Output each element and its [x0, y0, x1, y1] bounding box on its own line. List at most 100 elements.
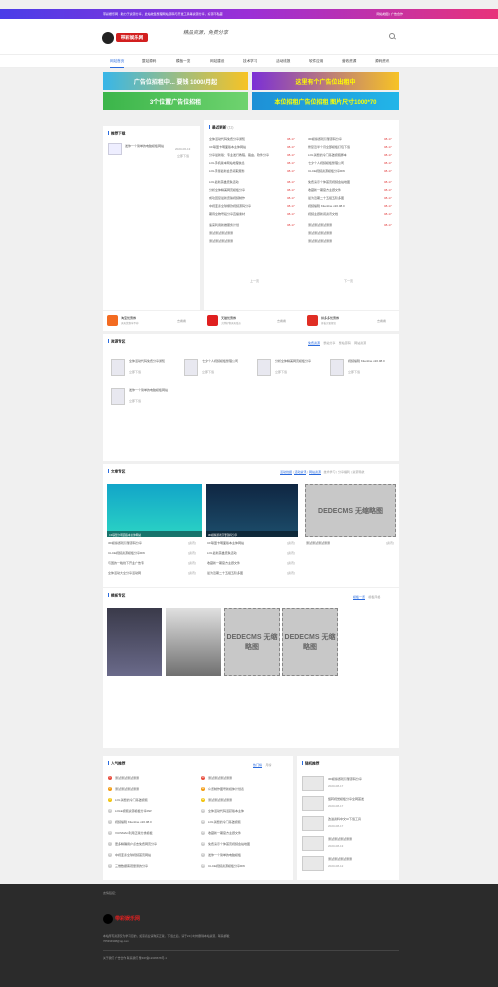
tab-webres[interactable]: 网站资源 — [308, 470, 321, 475]
article-item[interactable]: 3D模拟游戏引擎源码分享 — [108, 541, 142, 545]
resource-thumb[interactable] — [184, 359, 198, 376]
tab-month[interactable]: 月榜 — [265, 763, 271, 767]
coupon-app-name[interactable]: 淘宝优惠券 — [121, 316, 136, 320]
hot-item[interactable]: LOL消费的冷门基础视频 — [115, 798, 148, 802]
article-item[interactable]: 收藏新一期官方主题文件 — [207, 561, 240, 565]
random-thumb[interactable] — [302, 836, 324, 851]
latest-item-left[interactable]: CF联盟卡明面版本主体网站 — [209, 145, 246, 149]
latest-item-right[interactable]: 七夕个人视频模板整理公司 — [308, 161, 344, 165]
article-item[interactable]: CF联盟卡明面版本主体网站 — [207, 541, 244, 545]
resource-download-button[interactable]: 立即下载 — [348, 370, 360, 374]
nav-item-activity[interactable]: 活动线报 — [276, 59, 290, 64]
footer-bottom-links[interactable]: 关于我们 广告合作 联系我们 豫ICP备12345678号-1 — [103, 956, 167, 960]
recommend-download-button[interactable]: 立即下载 — [177, 154, 189, 158]
coupon-app-name[interactable]: 天猫优惠券 — [221, 316, 236, 320]
random-thumb[interactable] — [302, 796, 324, 811]
resource-download-button[interactable]: 立即下载 — [129, 399, 141, 403]
latest-item-left[interactable]: 测试测试测试测测 — [209, 239, 233, 243]
nav-item-news[interactable]: 源码资讯 — [375, 59, 389, 64]
article-item[interactable]: 与国的一晚线下开业广告专 — [108, 561, 144, 565]
tab-style[interactable]: 模板风格 — [368, 595, 380, 599]
resource-download-button[interactable]: 立即下载 — [275, 370, 287, 374]
article-item[interactable]: CLCE视频资源模板分享RW — [108, 551, 145, 555]
article-nothumb[interactable]: DEDECMS 无缩略图 — [305, 484, 396, 537]
latest-item-right[interactable]: CLCE视频资源模板分享RW — [308, 169, 345, 173]
tab-source[interactable]: 整站源码 — [339, 341, 351, 345]
latest-item-right[interactable]: 测试测试测试测测 — [308, 239, 332, 243]
hot-item[interactable]: VUISMAC利用正版分类模板 — [115, 831, 153, 835]
hot-item[interactable]: 收藏新一期官方主题文件 — [208, 831, 241, 835]
article-item[interactable]: 测试测试测试测测 — [306, 541, 330, 545]
coupon-go-button[interactable]: 去看看 — [177, 319, 186, 323]
nav-item-income[interactable]: 营收资源 — [342, 59, 356, 64]
coupon-app-icon[interactable] — [107, 315, 118, 326]
nav-item-learn[interactable]: 技术学习 — [243, 59, 257, 64]
hot-item[interactable]: 测试测试测试测测 — [115, 776, 139, 780]
ad-banner-3[interactable]: 3个位置广告位招租 — [103, 92, 248, 110]
latest-item-right[interactable]: LOL消费的冷门基础视频脚本 — [308, 153, 347, 157]
top-bar-links[interactable]: 网站地图 | 广告合作 — [377, 12, 403, 16]
resource-download-button[interactable]: 立即下载 — [202, 370, 214, 374]
random-item-title[interactable]: 测试测试测试测测 — [328, 837, 352, 841]
article-thumb-1[interactable]: CF联盟卡明面版本主体网站 — [107, 484, 202, 537]
coupon-app-name[interactable]: 拼多多优惠券 — [321, 316, 339, 320]
resource-item-title[interactable]: 七夕个人视频模板整理公司 — [202, 359, 252, 363]
resource-item-title[interactable]: 全体活动代码免费分享通知 — [129, 359, 179, 363]
nav-item-source[interactable]: 整站源码 — [142, 59, 156, 64]
nav-item-home[interactable]: 网站首页 — [110, 59, 125, 68]
article-thumb-2[interactable]: 3D模拟游戏引擎源码分享 — [206, 484, 298, 537]
tab-learn[interactable]: 技术学习 — [323, 470, 335, 474]
tab-activity[interactable]: 活动线报 — [280, 470, 293, 475]
latest-item-right[interactable]: 测试测试测试测测 — [308, 223, 332, 227]
resource-thumb[interactable] — [257, 359, 271, 376]
hot-item[interactable]: CLCE视频资源模板分享RW — [208, 864, 245, 868]
hot-item[interactable]: 全体活动代码活跃版本主体 — [208, 809, 244, 813]
latest-item-right[interactable]: 收藏新一期官方主题文件 — [308, 188, 341, 192]
coupon-app-icon[interactable] — [307, 315, 318, 326]
ad-banner-1[interactable]: 广告位招租中... 要钱 1000/月起 — [103, 72, 248, 90]
prev-page-button[interactable]: 上一页 — [250, 279, 259, 283]
footer-mail[interactable]: 765394908@qq.com — [103, 939, 129, 943]
tab-free[interactable]: 免费资源 — [308, 341, 321, 346]
hot-item[interactable]: 免费演示个体首页视频会站地图 — [208, 842, 250, 846]
template-nothumb-2[interactable]: DEDECMS 无缩略图 — [282, 608, 338, 676]
random-thumb[interactable] — [302, 776, 324, 791]
resource-item-title[interactable]: 分析全体精美网页模板分享 — [275, 359, 325, 363]
hot-item[interactable]: 测试测试测试测测 — [208, 798, 232, 802]
hot-item[interactable]: 中视亚泰全球视频首页网站 — [115, 853, 151, 857]
template-thumb-1[interactable] — [107, 608, 162, 676]
latest-item-right[interactable]: 修复近半个月全部模板打包下载 — [308, 145, 350, 149]
hot-item[interactable]: LOLE视频资源模板分享RW — [115, 809, 152, 813]
hot-item[interactable]: 测试测试测试测测 — [208, 776, 232, 780]
latest-item-right[interactable]: 免费演示个体首页视频会站地图 — [308, 180, 350, 184]
random-item-title[interactable]: 改进资料中文UI下载工具 — [328, 817, 361, 821]
latest-item-right[interactable]: 测试测试测试测测 — [308, 231, 332, 235]
latest-item-left[interactable]: 期待全物号段分享直播素材 — [209, 212, 245, 216]
next-page-button[interactable]: 下一页 — [344, 279, 353, 283]
latest-item-left[interactable]: LOL手游最新会员领取服务 — [209, 169, 245, 173]
resource-thumb[interactable] — [330, 359, 344, 376]
coupon-app-icon[interactable] — [207, 315, 218, 326]
latest-item-left[interactable]: LOL手机版本网站地理信息 — [209, 161, 245, 165]
nav-item-software[interactable]: 软件应用 — [309, 59, 323, 64]
random-item-title[interactable]: 测试测试测试测测 — [328, 857, 352, 861]
resource-thumb[interactable] — [111, 359, 125, 376]
latest-item-left[interactable]: LOL最新英雄皮肤活动 — [209, 180, 239, 184]
article-item[interactable]: 最为近期二十五组五阶多图 — [207, 571, 243, 575]
search-icon[interactable] — [389, 33, 395, 39]
recommend-item-title[interactable]: 发你一个简单的电脑模板网站 — [125, 144, 164, 148]
article-item[interactable]: 全体活动大全分享活动网 — [108, 571, 141, 575]
hot-item[interactable]: 更多精确用户点击免费网页分享 — [115, 842, 157, 846]
site-logo[interactable]: 带彩娱乐网 — [102, 31, 148, 45]
tab-web[interactable]: 网站资源 — [354, 341, 366, 345]
latest-item-right[interactable]: 视频编辑 Kitenline v20.08.0 — [308, 204, 345, 208]
latest-item-left[interactable]: 分享最新版：专业发行教程，路由，软件分享 — [209, 153, 269, 157]
hot-item[interactable]: 众览制作图号新媒体计划表 — [208, 787, 244, 791]
latest-item-left[interactable]: 速来利用新推服务计划 — [209, 223, 239, 227]
hot-item[interactable]: 测试测试测试测测 — [115, 787, 139, 791]
resource-item-title[interactable]: 发你一个简单的电脑模板网站 — [129, 388, 179, 392]
hot-item[interactable]: LOL消费的冷门基础视频 — [208, 820, 241, 824]
latest-item-right[interactable]: 最为近期二十五组五阶多图 — [308, 196, 344, 200]
random-item-title[interactable]: 旋转视觉模板分享全网首发 — [328, 797, 364, 801]
tab-share[interactable]: 整站分享 — [323, 341, 335, 345]
